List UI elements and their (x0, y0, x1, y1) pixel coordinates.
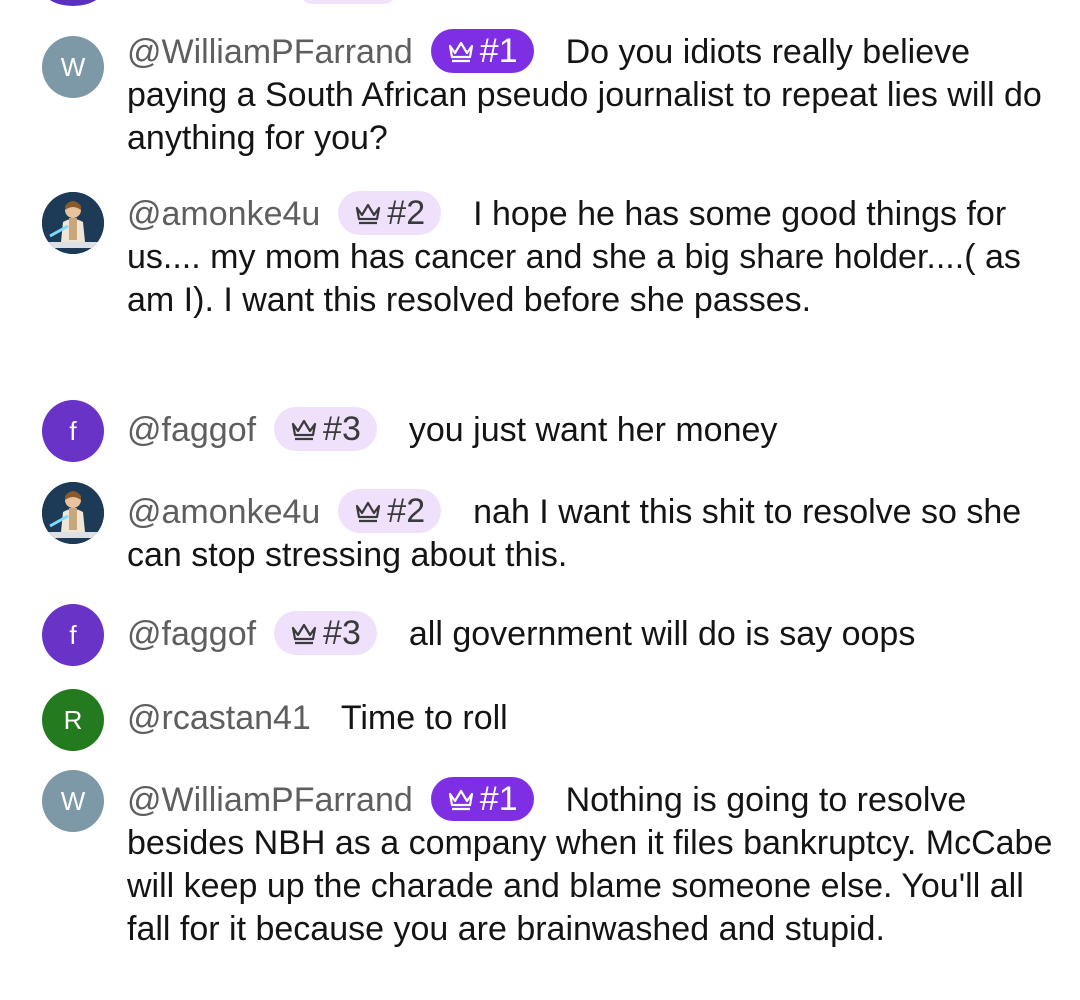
username[interactable]: @amonke4u (127, 195, 320, 233)
crown-icon (356, 203, 381, 225)
profile-picture-icon (42, 192, 104, 254)
rank-label: #3 (323, 410, 361, 448)
username[interactable]: @faggof (127, 411, 256, 449)
crown-icon (291, 419, 317, 441)
username[interactable]: @faggof (127, 615, 256, 653)
message-text: you just want her money (408, 411, 778, 449)
message-body: @rcastan41 Time to roll (127, 697, 1057, 740)
avatar[interactable]: R (42, 689, 104, 751)
message-text: Time to roll (340, 699, 508, 737)
message-body: @WilliamPFarrand #1 Nothing is going to re… (127, 777, 1057, 951)
username[interactable]: @WilliamPFarrand (127, 33, 413, 71)
crown-icon (448, 789, 473, 811)
username[interactable]: @amonke4u (127, 493, 320, 531)
rank-badge: #3 (274, 611, 377, 655)
rank-badge: #1 (430, 777, 534, 821)
username[interactable]: @rcastan41 (127, 699, 311, 737)
avatar[interactable] (42, 192, 104, 254)
message-body: @amonke4u #2 I hope he has some good thing… (127, 191, 1057, 322)
message-body: @amonke4u #2 nah I want this shit to resol… (127, 489, 1057, 577)
rank-badge: #3 (274, 407, 377, 451)
crown-icon (356, 501, 381, 523)
rank-label: #2 (387, 194, 426, 232)
rank-badge: #2 (338, 191, 442, 235)
rank-label: #1 (479, 32, 518, 70)
rank-badge-partial (300, 0, 396, 4)
rank-label: #2 (387, 492, 426, 530)
rank-label: #1 (479, 780, 518, 818)
avatar[interactable]: f (42, 400, 104, 462)
rank-badge: #1 (430, 29, 534, 73)
message-body: @faggof #3 all government will do is say o… (127, 611, 1057, 656)
avatar-partial (42, 0, 104, 6)
crown-icon (448, 41, 473, 63)
username[interactable]: @WilliamPFarrand (127, 781, 413, 819)
avatar[interactable] (42, 482, 104, 544)
rank-label: #3 (323, 614, 361, 652)
avatar[interactable]: f (42, 604, 104, 666)
profile-picture-icon (42, 482, 104, 544)
avatar[interactable]: W (42, 36, 104, 98)
avatar[interactable]: W (42, 770, 104, 832)
message-body: @faggof #3 you just want her money (127, 407, 1057, 452)
message-text: all government will do is say oops (408, 615, 916, 653)
message-body: @WilliamPFarrand #1 Do you idiots really b… (127, 29, 1057, 160)
rank-badge: #2 (338, 489, 442, 533)
crown-icon (291, 623, 317, 645)
